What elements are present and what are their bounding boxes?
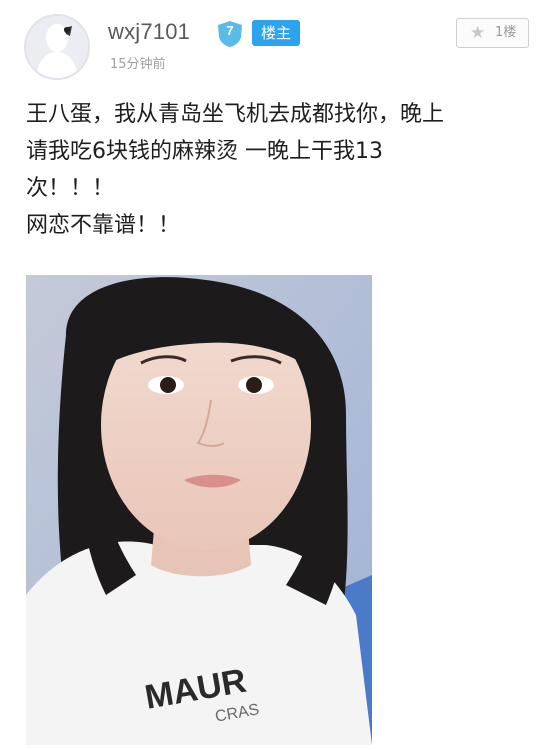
avatar[interactable] (24, 14, 90, 80)
post-photo[interactable]: MAUR CRAS (26, 275, 372, 745)
post-line: 次！！！ (26, 176, 115, 201)
post-line: 请我吃6块钱的麻辣烫 一晚上干我13 (26, 139, 383, 164)
username[interactable]: wxj7101 (108, 19, 190, 45)
post-line: 王八蛋，我从青岛坐飞机去成都找你，晚上 (26, 102, 445, 127)
star-icon: ★ (470, 23, 486, 43)
floor-button[interactable]: ★ 1楼 (456, 18, 529, 48)
level-number: 7 (226, 23, 234, 38)
silhouette-avatar-icon (26, 16, 88, 78)
post-content: 王八蛋，我从青岛坐飞机去成都找你，晚上 请我吃6块钱的麻辣烫 一晚上干我13 次… (26, 96, 526, 244)
owner-tag: 楼主 (252, 20, 301, 46)
timestamp: 15分钟前 (110, 57, 166, 72)
floor-label: 1楼 (495, 25, 517, 40)
selfie-image: MAUR CRAS (26, 275, 372, 745)
forum-post: wxj7101 7 楼主 15分钟前 ★ 1楼 王八蛋，我从青岛坐飞机去成都找你… (0, 0, 538, 750)
post-line: 网恋不靠谱！！ (26, 213, 181, 238)
level-badge: 7 (216, 20, 244, 48)
